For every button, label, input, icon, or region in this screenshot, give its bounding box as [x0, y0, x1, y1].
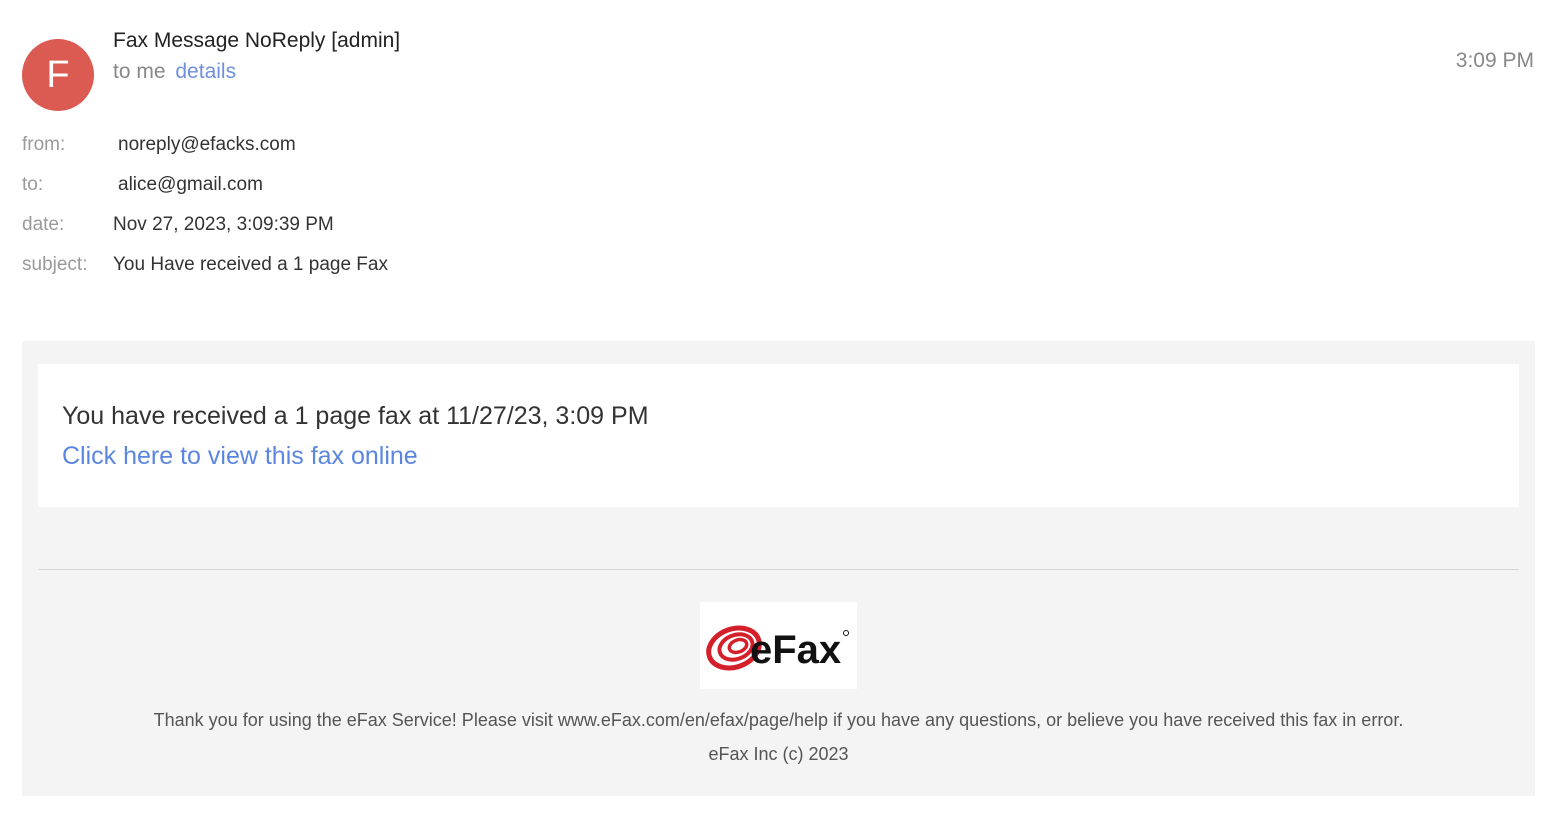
meta-subject-row: subject: You Have received a 1 page Fax: [22, 254, 388, 276]
meta-to-row: to: alice@gmail.com: [22, 174, 263, 196]
to-value: alice@gmail.com: [118, 174, 263, 195]
email-view: F Fax Message NoReply [admin] to me deta…: [0, 0, 1552, 815]
meta-date-row: date: Nov 27, 2023, 3:09:39 PM: [22, 214, 334, 236]
efax-logo: eFax: [700, 602, 857, 689]
footer-copyright: eFax Inc (c) 2023: [708, 744, 849, 764]
details-link[interactable]: details: [175, 60, 236, 83]
avatar[interactable]: F: [22, 39, 94, 111]
sender-name[interactable]: Fax Message NoReply [admin]: [113, 29, 400, 53]
subject-label: subject:: [22, 254, 88, 275]
from-label: from:: [22, 134, 66, 155]
to-me-label: to me: [113, 60, 166, 83]
message-body-panel: You have received a 1 page fax at 11/27/…: [22, 341, 1535, 796]
view-fax-link[interactable]: Click here to view this fax online: [62, 442, 418, 471]
fax-notice-card: You have received a 1 page fax at 11/27/…: [38, 364, 1519, 507]
to-label: to:: [22, 174, 44, 195]
meta-from-row: from: noreply@efacks.com: [22, 134, 296, 156]
from-value: noreply@efacks.com: [118, 134, 296, 155]
footer-help-text: Thank you for using the eFax Service! Pl…: [153, 710, 1404, 730]
subject-value: You Have received a 1 page Fax: [113, 254, 388, 275]
divider: [38, 569, 1519, 570]
efax-logo-graphic: eFax: [706, 625, 849, 672]
fax-notice-text: You have received a 1 page fax at 11/27/…: [62, 402, 649, 430]
date-label: date:: [22, 214, 65, 235]
recipient-line: to me details: [113, 60, 236, 84]
efax-logo-text: eFax: [750, 628, 841, 672]
date-value: Nov 27, 2023, 3:09:39 PM: [113, 214, 334, 235]
message-time: 3:09 PM: [1455, 49, 1534, 72]
